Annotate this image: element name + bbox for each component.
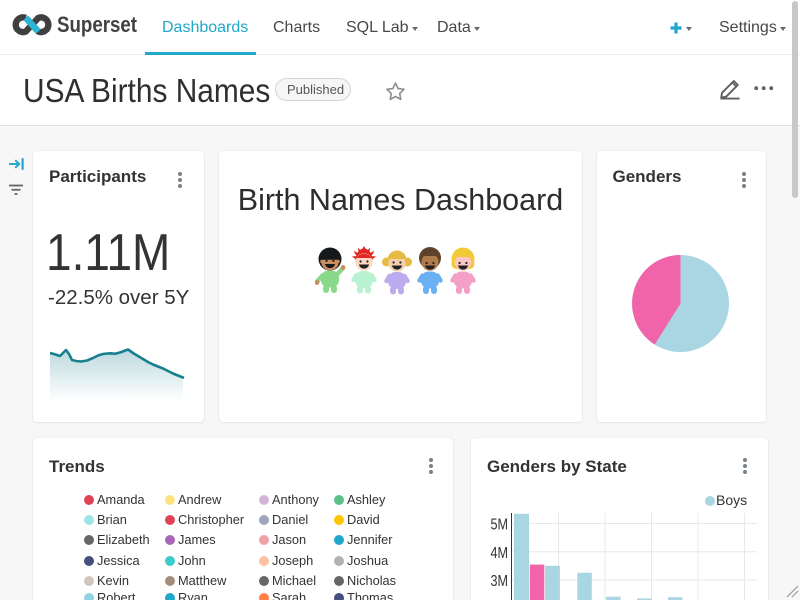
svg-text:4M: 4M bbox=[491, 545, 509, 562]
svg-text:5M: 5M bbox=[491, 517, 509, 534]
svg-text:3M: 3M bbox=[491, 573, 509, 590]
